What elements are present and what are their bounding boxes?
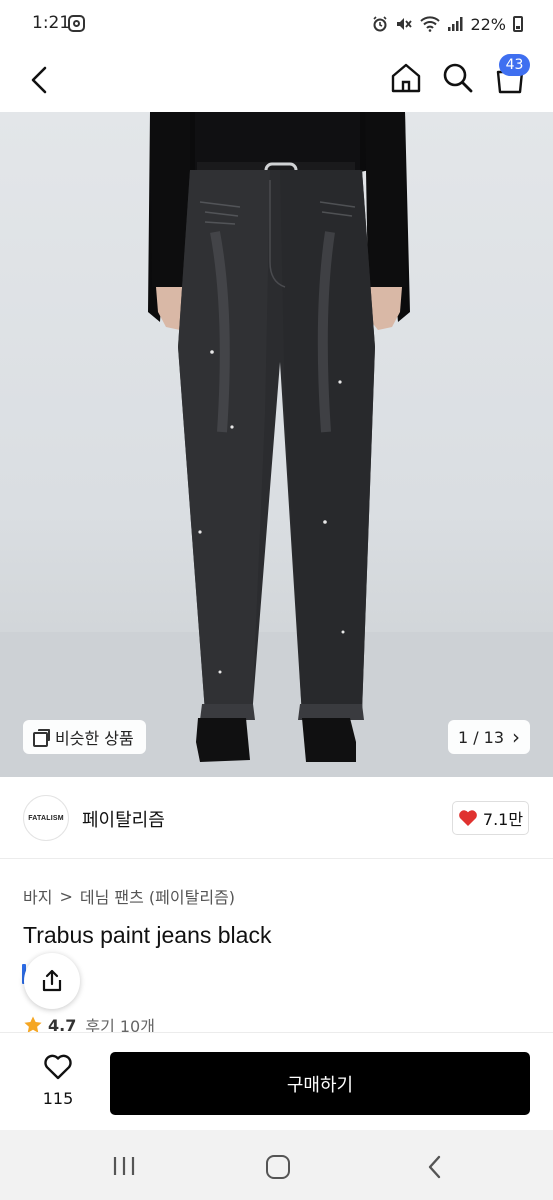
back-arrow-icon[interactable] <box>22 62 58 98</box>
home-circle-icon[interactable] <box>266 1155 290 1179</box>
heart-outline-icon <box>44 1054 72 1080</box>
recent-apps-icon[interactable] <box>112 1156 136 1176</box>
heart-filled-icon <box>459 810 477 826</box>
app-bar: 43 <box>0 48 553 162</box>
breadcrumb: 바지 > 데님 팬츠 (페이탈리즘) <box>23 884 235 908</box>
wifi-icon <box>420 16 441 32</box>
brand-name[interactable]: 페이탈리즘 <box>82 806 165 832</box>
breadcrumb-separator: > <box>59 886 73 906</box>
page-indicator-text: 1 / 13 <box>457 727 505 747</box>
brand-logo[interactable]: FATALISM <box>23 795 69 841</box>
cart-count-badge: 43 <box>499 54 530 76</box>
product-photo <box>0 112 553 777</box>
product-title: Trabus paint jeans black <box>23 922 272 948</box>
breadcrumb-category[interactable]: 바지 <box>23 884 52 908</box>
mute-icon <box>397 18 413 30</box>
brand-like-button[interactable]: 7.1만 <box>452 801 529 835</box>
signal-icon <box>448 17 463 31</box>
image-page-indicator[interactable]: 1 / 13 › <box>448 720 530 754</box>
search-icon[interactable] <box>440 60 476 96</box>
brand-logo-text: FATALISM <box>28 814 64 822</box>
share-button[interactable] <box>24 953 80 1009</box>
brand-like-count: 7.1만 <box>482 810 524 829</box>
wishlist-count: 115 <box>42 1089 74 1108</box>
buy-button[interactable]: 구매하기 <box>110 1052 530 1115</box>
battery-level: 22% <box>470 14 506 34</box>
status-icons: 22% <box>372 12 523 36</box>
similar-items-icon <box>33 729 50 747</box>
status-bar: 1:21 22% <box>0 0 553 48</box>
chevron-right-icon: › <box>512 725 521 749</box>
alarm-icon <box>373 16 388 32</box>
similar-products-label: 비슷한 상품 <box>55 729 134 748</box>
product-image-carousel[interactable]: 비슷한 상품 1 / 13 › <box>0 112 553 777</box>
system-nav-bar <box>0 1130 553 1200</box>
status-time: 1:21 <box>32 13 71 33</box>
wishlist-button[interactable]: 115 <box>23 1051 93 1113</box>
purchase-bar: 115 구매하기 <box>0 1032 553 1130</box>
brand-row: FATALISM 페이탈리즘 7.1만 <box>0 777 553 859</box>
battery-icon <box>513 16 523 32</box>
instagram-icon <box>68 15 85 32</box>
share-icon <box>42 969 62 992</box>
home-icon[interactable] <box>388 60 424 96</box>
similar-products-button[interactable]: 비슷한 상품 <box>23 720 146 754</box>
back-chevron-icon[interactable] <box>424 1154 446 1180</box>
breadcrumb-subcategory[interactable]: 데님 팬츠 (페이탈리즘) <box>80 884 235 908</box>
